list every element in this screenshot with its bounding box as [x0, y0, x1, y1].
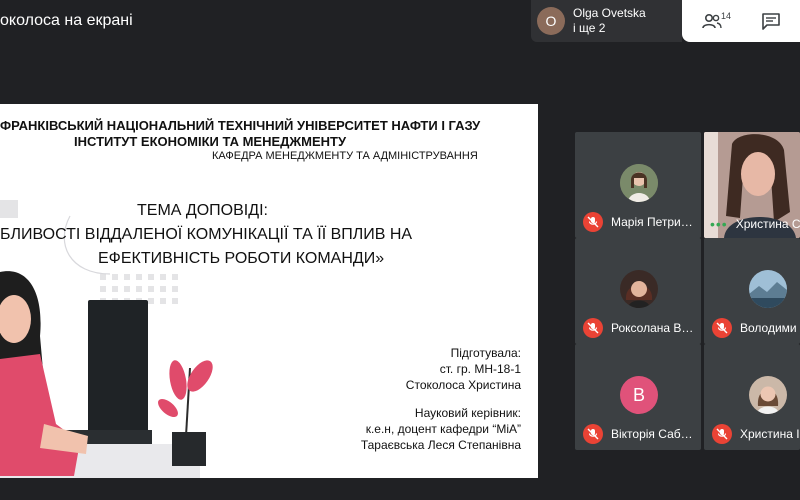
participant-name: Христина С [735, 217, 800, 231]
avatar [620, 164, 658, 202]
slide-advisor-title: к.е.н, доцент кафедри “МіА” [365, 422, 521, 436]
mic-off-icon [712, 318, 732, 338]
presenter-more: і ще 2 [573, 21, 606, 35]
participant-name: Вікторія Саб… [611, 427, 693, 441]
slide-advisor-label: Науковий керівник: [414, 406, 521, 420]
participant-tile-video[interactable]: ••• Христина С [704, 132, 800, 238]
presenter-name: Olga Ovetska [573, 6, 646, 20]
slide-institute: ІНСТИТУТ ЕКОНОМІКИ ТА МЕНЕДЖМЕНТУ [74, 134, 347, 149]
participant-tile[interactable]: Роксолана В… [575, 238, 701, 344]
top-actions: 14 [682, 0, 800, 42]
participant-name: Роксолана В… [611, 321, 694, 335]
participant-name: Марія Петри… [611, 215, 693, 229]
presenter-chip[interactable]: O Olga Ovetska і ще 2 [531, 0, 682, 42]
slide-department: КАФЕДРА МЕНЕДЖМЕНТУ ТА АДМІНІСТРУВАННЯ [212, 150, 478, 162]
slide-advisor-name: Тараєвська Леся Степанівна [360, 438, 521, 452]
avatar: В [620, 376, 658, 414]
people-count-badge: 14 [721, 11, 732, 21]
slide-group: ст. гр. МН-18-1 [439, 362, 521, 376]
slide-author: Стоколоса Христина [405, 378, 521, 392]
people-icon [701, 13, 722, 29]
presentation-slide: ФРАНКІВСЬКИЙ НАЦІОНАЛЬНИЙ ТЕХНІЧНИЙ УНІВ… [0, 104, 538, 478]
participant-tile[interactable]: Володими [704, 238, 800, 344]
presenting-title: околоса на екрані [0, 12, 133, 29]
participant-name: Володими [740, 321, 797, 335]
mic-off-icon [712, 424, 732, 444]
avatar [620, 270, 658, 308]
mic-off-icon [583, 424, 603, 444]
avatar [749, 376, 787, 414]
slide-prepared-label: Підготувала: [450, 346, 521, 360]
people-button[interactable]: 14 [682, 0, 741, 42]
participant-name: Христина І [740, 427, 800, 441]
chat-icon [761, 13, 780, 30]
mic-off-icon [583, 212, 603, 232]
slide-topic-line1: БЛИВОСТІ ВІДДАЛЕНОЇ КОМУНІКАЦІЇ ТА ЇЇ ВП… [0, 226, 413, 243]
participant-tile[interactable]: Христина І [704, 344, 800, 450]
chat-button[interactable] [741, 0, 800, 42]
mic-off-icon [583, 318, 603, 338]
speaking-indicator-icon: ••• [710, 216, 728, 232]
avatar: O [537, 7, 565, 35]
participant-tile[interactable]: Марія Петри… [575, 132, 701, 238]
slide-topic-line2: ЕФЕКТИВНІСТЬ РОБОТИ КОМАНДИ» [98, 250, 385, 267]
slide-topic-heading: ТЕМА ДОПОВІДІ: [137, 202, 268, 219]
avatar [749, 270, 787, 308]
slide-university: ФРАНКІВСЬКИЙ НАЦІОНАЛЬНИЙ ТЕХНІЧНИЙ УНІВ… [0, 118, 481, 133]
participant-tile[interactable]: В Вікторія Саб… [575, 344, 701, 450]
